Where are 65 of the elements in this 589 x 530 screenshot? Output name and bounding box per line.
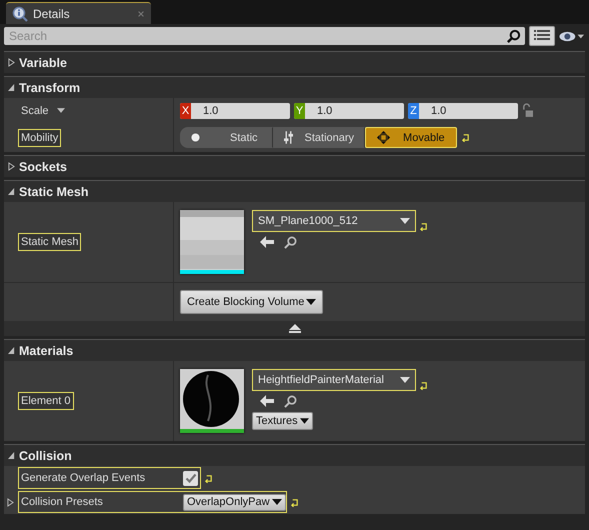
- axis-label: Z: [408, 102, 419, 118]
- property-label: Generate Overlap Events: [20, 472, 146, 484]
- search-icon[interactable]: [284, 395, 297, 408]
- dot-icon: [191, 133, 200, 142]
- caret-icon[interactable]: [56, 108, 65, 113]
- mobility-option[interactable]: Movable: [365, 127, 458, 148]
- list-icon: [534, 29, 550, 43]
- eye-icon[interactable]: [559, 30, 585, 42]
- reset-arrow-icon[interactable]: [290, 498, 299, 506]
- expander-icon: [8, 346, 15, 355]
- info-magnifier-icon: [12, 6, 28, 22]
- expander-icon: [8, 58, 15, 67]
- property-label: Mobility: [18, 128, 62, 146]
- textures-button[interactable]: Textures: [252, 412, 313, 430]
- view-list-button[interactable]: [529, 26, 555, 46]
- arrow-left-icon[interactable]: [260, 395, 274, 407]
- category-header[interactable]: Materials: [4, 339, 585, 361]
- category-header[interactable]: Variable: [4, 51, 585, 73]
- expander-icon: [8, 451, 15, 460]
- move-arrows-icon: [376, 130, 392, 145]
- property-label: Scale: [20, 104, 50, 118]
- search-icon: [506, 28, 521, 44]
- caret-icon: [300, 418, 309, 424]
- asset-dropdown[interactable]: SM_Plane1000_512: [252, 210, 416, 232]
- caret-icon: [400, 218, 410, 224]
- preset-dropdown[interactable]: OverlapOnlyPaw: [183, 494, 286, 510]
- asset-thumbnail[interactable]: [180, 369, 244, 433]
- axis-label: X: [180, 102, 191, 118]
- property-label: Element 0: [18, 392, 74, 410]
- search-field[interactable]: Search: [4, 27, 525, 45]
- checkbox[interactable]: [183, 470, 198, 486]
- caret-icon: [272, 499, 282, 505]
- caret-icon: [306, 299, 316, 305]
- eject-icon: [288, 324, 300, 333]
- asset-dropdown[interactable]: HeightfieldPainterMaterial: [252, 369, 416, 391]
- reset-arrow-icon[interactable]: [419, 381, 428, 390]
- number-field[interactable]: Y 1.0: [294, 102, 404, 118]
- advanced-toggle[interactable]: [4, 321, 585, 336]
- arrow-left-icon[interactable]: [260, 236, 274, 248]
- reset-arrow-icon[interactable]: [419, 222, 428, 231]
- details-tab[interactable]: Details: [6, 2, 151, 24]
- category-header[interactable]: Transform: [4, 76, 585, 98]
- expander-icon: [8, 162, 15, 171]
- category-header[interactable]: Collision: [4, 444, 585, 466]
- asset-thumbnail[interactable]: [180, 210, 244, 274]
- number-field[interactable]: Z 1.0: [408, 102, 518, 118]
- expander-icon: [8, 83, 15, 92]
- search-input[interactable]: Search: [4, 29, 506, 43]
- reset-arrow-icon[interactable]: [461, 133, 470, 142]
- expander-icon: [8, 187, 15, 196]
- axis-label: Y: [294, 102, 305, 118]
- create-blocking-volume-button[interactable]: Create Blocking Volume: [180, 290, 324, 314]
- caret-icon: [400, 377, 410, 383]
- category-header[interactable]: Static Mesh: [4, 180, 585, 202]
- lock-icon[interactable]: [522, 103, 533, 118]
- search-icon[interactable]: [284, 236, 297, 249]
- category-header[interactable]: Sockets: [4, 155, 585, 177]
- expander-icon[interactable]: [7, 498, 14, 506]
- close-icon[interactable]: [137, 10, 145, 18]
- property-label: Static Mesh: [18, 233, 82, 251]
- reset-arrow-icon[interactable]: [204, 474, 213, 482]
- property-label: Collision Presets: [20, 496, 104, 508]
- number-field[interactable]: X 1.0: [180, 102, 290, 118]
- sliders-icon: [284, 131, 293, 144]
- mobility-option[interactable]: Static: [180, 127, 273, 148]
